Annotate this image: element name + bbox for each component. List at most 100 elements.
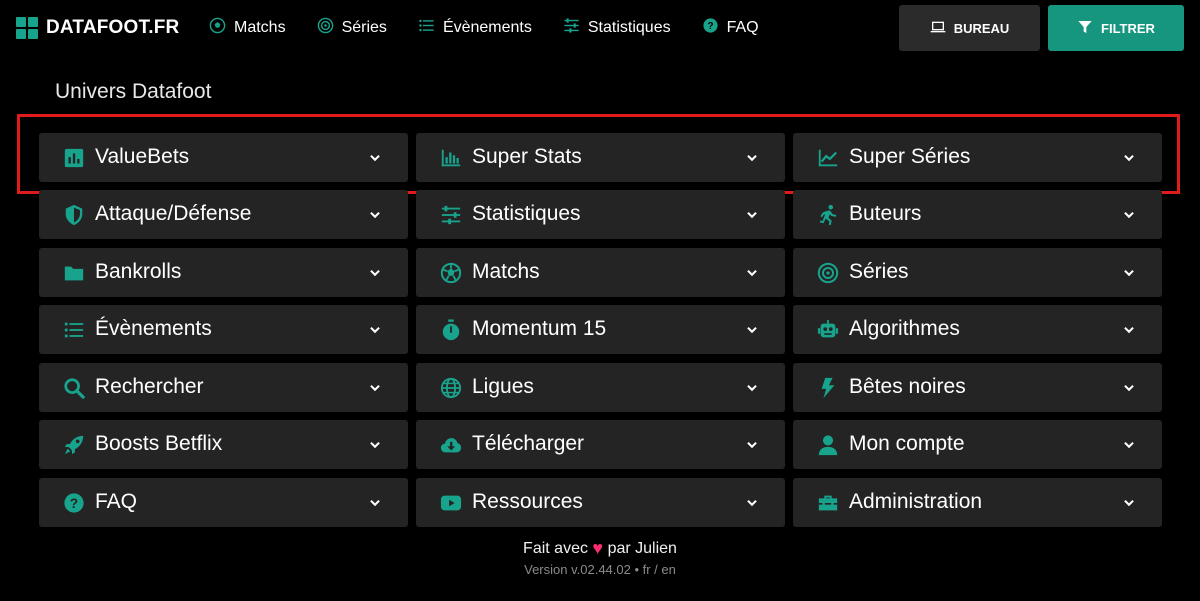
menu-card-bankrolls[interactable]: Bankrolls xyxy=(39,248,408,297)
user-icon xyxy=(817,434,839,456)
chevron-down-icon xyxy=(747,269,757,277)
menu-card-label: Administration xyxy=(849,490,983,513)
menu-card-label: Rechercher xyxy=(95,375,204,398)
menu-card-series[interactable]: Séries xyxy=(793,248,1162,297)
nav-label: Matchs xyxy=(234,19,286,36)
chevron-down-icon xyxy=(370,441,380,449)
soccer-ball-icon xyxy=(209,17,226,39)
menu-card-ligues[interactable]: Ligues xyxy=(416,363,785,412)
menu-card-matchs[interactable]: Matchs xyxy=(416,248,785,297)
chevron-down-icon xyxy=(747,154,757,162)
list-icon xyxy=(63,319,85,341)
filtrer-label: FILTRER xyxy=(1101,20,1155,36)
menu-card-telecharger[interactable]: Télécharger xyxy=(416,420,785,469)
menu-card-momentum-15[interactable]: Momentum 15 xyxy=(416,305,785,354)
menu-card-evenements[interactable]: Évènements xyxy=(39,305,408,354)
list-icon xyxy=(418,17,435,39)
nav-statistiques[interactable]: Statistiques xyxy=(563,16,671,40)
bureau-label: BUREAU xyxy=(953,20,1010,36)
soccer-ball-icon xyxy=(440,262,462,284)
globe-icon xyxy=(440,377,462,399)
chevron-down-icon xyxy=(1124,441,1134,449)
menu-card-boosts-betflix[interactable]: Boosts Betflix xyxy=(39,420,408,469)
menu-card-statistiques[interactable]: Statistiques xyxy=(416,190,785,239)
chevron-down-icon xyxy=(747,211,757,219)
top-navbar: DATAFOOT.FR Matchs Séries Évènements Sta… xyxy=(0,0,1200,56)
chevron-down-icon xyxy=(370,269,380,277)
nav-evenements[interactable]: Évènements xyxy=(418,16,532,40)
chevron-down-icon xyxy=(1124,499,1134,507)
bureau-button[interactable]: BUREAU xyxy=(899,5,1040,51)
menu-card-attaque-defense[interactable]: Attaque/Défense xyxy=(39,190,408,239)
menu-card-valuebets[interactable]: ValueBets xyxy=(39,133,408,182)
nav-series[interactable]: Séries xyxy=(317,16,387,40)
menu-card-buteurs[interactable]: Buteurs xyxy=(793,190,1162,239)
menu-card-label: Buteurs xyxy=(849,202,922,225)
chevron-down-icon xyxy=(1124,269,1134,277)
bolt-icon xyxy=(817,377,839,399)
grid-logo-icon xyxy=(16,17,38,39)
menu-card-administration[interactable]: Administration xyxy=(793,478,1162,527)
rocket-icon xyxy=(63,434,85,456)
menu-card-faq[interactable]: ? FAQ xyxy=(39,478,408,527)
search-icon xyxy=(63,377,85,399)
chevron-down-icon xyxy=(370,384,380,392)
menu-card-algorithmes[interactable]: Algorithmes xyxy=(793,305,1162,354)
menu-card-super-series[interactable]: Super Séries xyxy=(793,133,1162,182)
menu-card-label: Matchs xyxy=(472,260,540,283)
bar-chart-box-icon xyxy=(63,147,85,169)
menu-card-ressources[interactable]: Ressources xyxy=(416,478,785,527)
folder-icon xyxy=(63,262,85,284)
chevron-down-icon xyxy=(747,441,757,449)
line-chart-icon xyxy=(817,147,839,169)
svg-text:?: ? xyxy=(70,496,78,511)
nav-label: Évènements xyxy=(442,19,532,36)
chevron-down-icon xyxy=(370,326,380,334)
menu-card-label: ValueBets xyxy=(95,145,190,168)
stopwatch-icon xyxy=(440,319,462,341)
menu-card-label: Séries xyxy=(849,260,909,283)
footer-made-prefix: Fait avec xyxy=(523,540,588,557)
chevron-down-icon xyxy=(747,499,757,507)
menu-card-rechercher[interactable]: Rechercher xyxy=(39,363,408,412)
chevron-down-icon xyxy=(370,499,380,507)
nav-links: Matchs Séries Évènements Statistiques ? … xyxy=(209,16,790,40)
chevron-down-icon xyxy=(1124,154,1134,162)
footer-version[interactable]: Version v.02.44.02 • fr / en xyxy=(0,562,1200,577)
chevron-down-icon xyxy=(747,326,757,334)
chevron-down-icon xyxy=(1124,384,1134,392)
menu-card-label: Télécharger xyxy=(472,432,585,455)
sliders-icon xyxy=(563,17,580,39)
menu-card-label: FAQ xyxy=(95,490,138,513)
footer-made-suffix: par Julien xyxy=(607,540,677,557)
chevron-down-icon xyxy=(1124,211,1134,219)
section-title: Univers Datafoot xyxy=(55,80,212,103)
menu-card-label: Bêtes noires xyxy=(849,375,966,398)
laptop-icon xyxy=(930,19,946,38)
menu-card-label: Bankrolls xyxy=(95,260,182,283)
menu-card-mon-compte[interactable]: Mon compte xyxy=(793,420,1162,469)
svg-text:?: ? xyxy=(707,21,713,32)
robot-icon xyxy=(817,319,839,341)
menu-card-label: Statistiques xyxy=(472,202,581,225)
chevron-down-icon xyxy=(747,384,757,392)
brand-logo-link[interactable]: DATAFOOT.FR xyxy=(16,15,179,41)
nav-matchs[interactable]: Matchs xyxy=(209,16,286,40)
menu-card-super-stats[interactable]: Super Stats xyxy=(416,133,785,182)
menu-card-betes-noires[interactable]: Bêtes noires xyxy=(793,363,1162,412)
question-icon: ? xyxy=(702,17,719,39)
menu-card-label: Boosts Betflix xyxy=(95,432,223,455)
filtrer-button[interactable]: FILTRER xyxy=(1048,5,1184,51)
menu-card-label: Mon compte xyxy=(849,432,965,455)
youtube-icon xyxy=(440,492,462,514)
nav-label: FAQ xyxy=(726,19,759,36)
nav-faq[interactable]: ? FAQ xyxy=(702,16,759,40)
filter-icon xyxy=(1077,19,1093,38)
shield-icon xyxy=(63,204,85,226)
chevron-down-icon xyxy=(370,154,380,162)
nav-label: Séries xyxy=(341,19,387,36)
question-icon: ? xyxy=(63,492,85,514)
toolbox-icon xyxy=(817,492,839,514)
menu-card-label: Évènements xyxy=(95,317,212,340)
running-icon xyxy=(817,204,839,226)
